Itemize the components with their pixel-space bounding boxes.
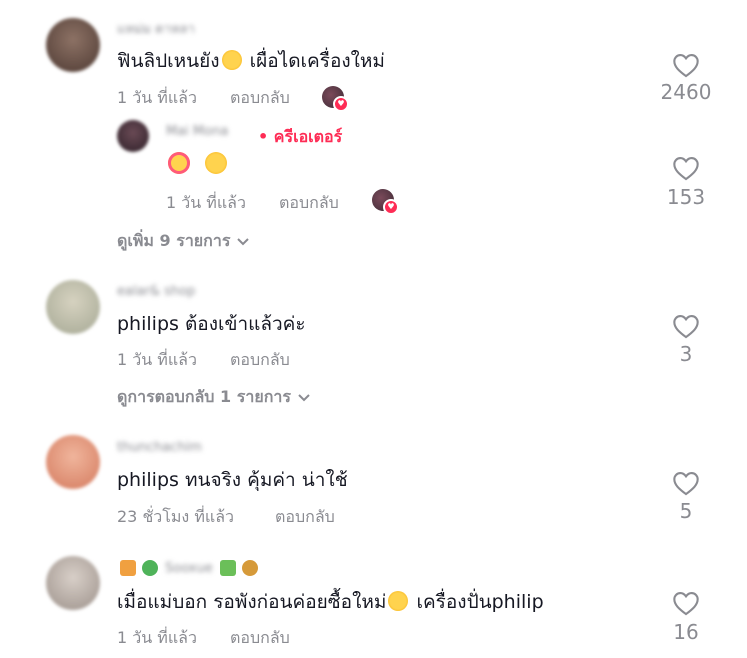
clover-icon <box>142 560 158 576</box>
avatar[interactable] <box>46 435 100 489</box>
comment-username[interactable]: Sooxue <box>165 561 213 576</box>
like-heart-icon[interactable] <box>672 313 700 339</box>
comment-timestamp: 1 วัน ที่แล้ว <box>117 628 197 647</box>
comment-timestamp: 1 วัน ที่แล้ว <box>117 88 197 107</box>
rolling-laughing-emoji <box>221 50 242 70</box>
squinting-tongue-emoji <box>388 591 409 611</box>
comment-username[interactable]: ealar& shop <box>117 284 195 299</box>
comment-username[interactable]: แหม่ม ดาหลา <box>117 18 195 39</box>
like-heart-icon[interactable] <box>672 590 700 616</box>
comment-timestamp: 1 วัน ที่แล้ว <box>166 193 246 212</box>
like-count: 2460 <box>660 80 712 104</box>
like-count: 5 <box>679 499 693 523</box>
reply-button[interactable]: ตอบกลับ <box>230 86 290 111</box>
like-count: 16 <box>673 620 699 644</box>
view-more-replies-button[interactable]: ดูการตอบกลับ 1 รายการ <box>117 385 311 410</box>
like-heart-icon[interactable] <box>672 470 700 496</box>
comment-timestamp: 23 ชั่วโมง ที่แล้ว <box>117 507 234 526</box>
reply-button[interactable]: ตอบกลับ <box>275 505 335 530</box>
fire-icon <box>120 560 136 576</box>
creator-liked-avatar: ♥ <box>372 189 399 215</box>
reply-button[interactable]: ตอบกลับ <box>230 626 290 651</box>
avatar[interactable] <box>46 280 100 334</box>
comment-username[interactable]: Mai Mona <box>166 124 228 139</box>
creator-badge: • ครีเอเตอร์ <box>258 127 343 146</box>
heart-badge-icon: ♥ <box>333 96 349 112</box>
comment-emojis <box>166 152 229 175</box>
grinning-sweat-emoji <box>205 152 228 174</box>
comment-text: ฟินลิปเหนยัง เผื่อไดเครื่องใหม่ <box>117 50 385 72</box>
comment-text: philips ทนจริง คุ้มค่า น่าใช้ <box>117 469 348 491</box>
like-count: 153 <box>666 185 706 209</box>
username-decor: Sooxue <box>117 560 261 576</box>
money-icon <box>219 560 236 576</box>
chevron-down-icon <box>237 237 250 245</box>
comment-text: เมื่อแม่บอก รอพังก่อนค่อยซื้อใหม่ เครื่อ… <box>117 591 544 613</box>
comment-username[interactable]: thunchachim <box>117 440 202 455</box>
like-heart-icon[interactable] <box>672 52 700 78</box>
comment-timestamp: 1 วัน ที่แล้ว <box>117 350 197 369</box>
reply-button[interactable]: ตอบกลับ <box>279 191 339 216</box>
smiling-hearts-emoji <box>168 152 190 174</box>
reply-button[interactable]: ตอบกลับ <box>230 348 290 373</box>
like-count: 3 <box>679 342 693 366</box>
view-more-replies-button[interactable]: ดูเพิ่ม 9 รายการ <box>117 229 250 254</box>
chevron-down-icon <box>298 393 310 401</box>
money-bag-icon <box>241 560 258 576</box>
comment-text: philips ต้องเข้าแล้วค่ะ <box>117 313 306 335</box>
heart-badge-icon: ♥ <box>383 199 399 215</box>
avatar[interactable] <box>46 18 100 72</box>
avatar[interactable] <box>117 120 149 152</box>
avatar[interactable] <box>46 556 100 610</box>
creator-liked-avatar: ♥ <box>322 86 349 112</box>
like-heart-icon[interactable] <box>672 155 700 181</box>
